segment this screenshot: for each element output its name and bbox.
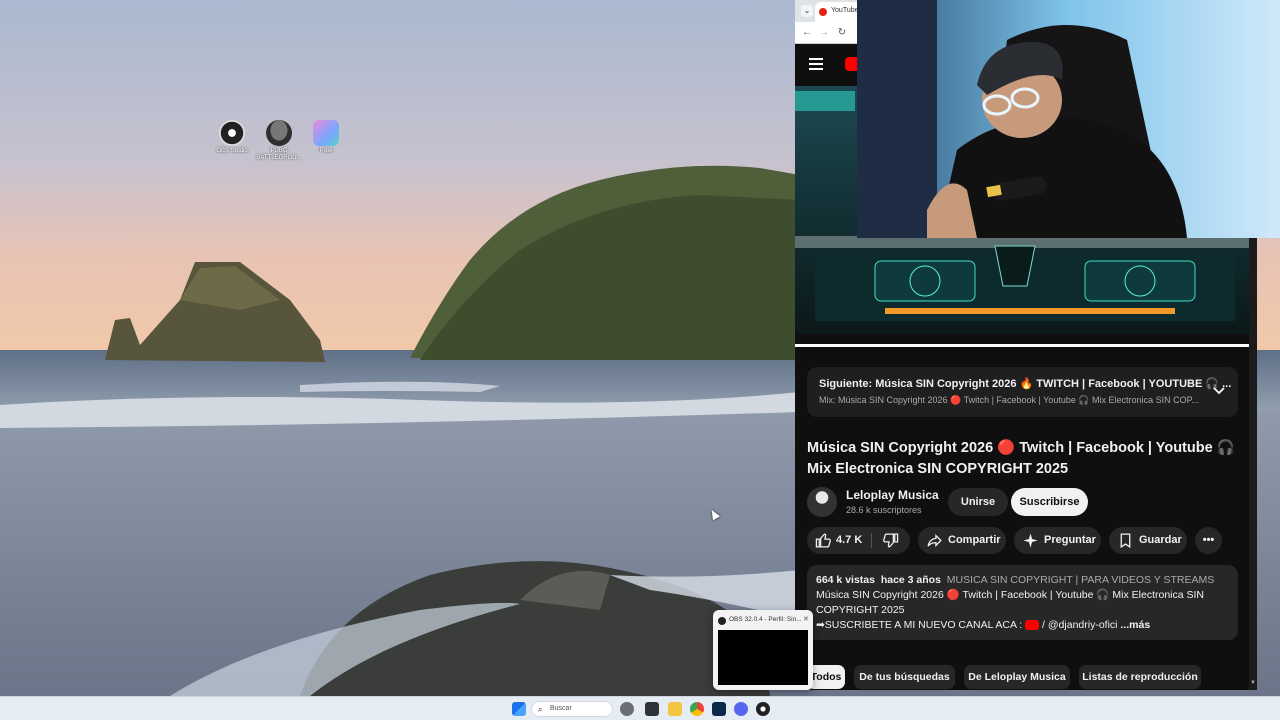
- join-button[interactable]: Unirse: [948, 488, 1008, 516]
- thumbs-up-icon[interactable]: [815, 532, 832, 549]
- chrome-icon[interactable]: [690, 702, 704, 716]
- video-title: Música SIN Copyright 2026 🔴 Twitch | Fac…: [807, 440, 1235, 477]
- reload-icon[interactable]: ↻: [835, 26, 849, 40]
- video-progress-bar[interactable]: [795, 344, 1250, 347]
- webcam-overlay: [857, 0, 1280, 238]
- channel-subscriber-count: 28.6 k suscriptores: [846, 505, 922, 515]
- save-button[interactable]: Guardar: [1109, 527, 1187, 554]
- like-dislike-group: 4.7 K: [807, 527, 910, 554]
- desktop-icon-pubg[interactable]: PUBG BATTLEGROU...: [254, 120, 304, 162]
- taskbar: ⌕ Buscar: [0, 696, 1280, 720]
- back-arrow-icon[interactable]: ←: [800, 26, 814, 40]
- obs-icon: [718, 617, 726, 625]
- up-next-card[interactable]: Siguiente: Música SIN Copyright 2026 🔥 T…: [807, 367, 1238, 417]
- search-highlight-icon[interactable]: [620, 702, 634, 716]
- like-divider: [871, 533, 872, 548]
- description-meta: 664 k vistas hace 3 años MUSICA SIN COPY…: [816, 574, 1215, 586]
- share-button[interactable]: Compartir: [918, 527, 1006, 554]
- photoshop-icon[interactable]: [712, 702, 726, 716]
- pubg-icon: [266, 120, 292, 146]
- more-actions-button[interactable]: •••: [1195, 527, 1222, 554]
- video-description[interactable]: 664 k vistas hace 3 años MUSICA SIN COPY…: [807, 565, 1238, 640]
- up-next-title: Siguiente: Música SIN Copyright 2026 🔥 T…: [819, 378, 1232, 390]
- taskbar-search[interactable]: ⌕ Buscar: [531, 701, 613, 717]
- chip-listas-de-reproduccion[interactable]: Listas de reproducción: [1079, 665, 1201, 689]
- bookmark-icon: [1117, 532, 1134, 549]
- windows-start-icon[interactable]: [512, 702, 526, 716]
- obs-studio-icon: [219, 120, 245, 146]
- up-next-subtitle: Mix: Música SIN Copyright 2026 🔴 Twitch …: [819, 395, 1199, 405]
- share-arrow-icon: [926, 532, 943, 549]
- subscribe-button[interactable]: Suscribirse: [1011, 488, 1088, 516]
- desktop-icon-obs[interactable]: OBS Studio: [207, 120, 257, 155]
- page-scrollbar[interactable]: [1249, 238, 1257, 690]
- show-more-link[interactable]: ...más: [1120, 619, 1150, 631]
- close-icon[interactable]: ✕: [803, 615, 809, 623]
- search-icon: ⌕: [538, 705, 543, 714]
- chip-de-leloplay-musica[interactable]: De Leloplay Musica: [964, 665, 1070, 689]
- file-explorer-icon[interactable]: [668, 702, 682, 716]
- channel-name[interactable]: Leloplay Musica: [846, 488, 939, 502]
- video-actions: 4.7 K Compartir Preguntar Guardar •••: [807, 527, 1247, 554]
- channel-row: Leloplay Musica 28.6 k suscriptores Unir…: [807, 487, 1247, 517]
- task-view-icon[interactable]: [645, 702, 659, 716]
- photo-app-icon: [313, 120, 339, 146]
- youtube-favicon-icon: [819, 8, 827, 16]
- related-chips: Todos De tus búsquedas De Leloplay Music…: [807, 665, 1247, 689]
- webcam-streamer-image: [857, 0, 1280, 238]
- discord-icon[interactable]: [734, 702, 748, 716]
- obs-preview-window: [718, 630, 808, 685]
- description-line: Música SIN Copyright 2026 🔴 Twitch | Fac…: [816, 589, 1205, 616]
- like-count[interactable]: 4.7 K: [836, 527, 862, 554]
- menu-icon[interactable]: [809, 58, 823, 70]
- desktop-icon-photos[interactable]: Pixel: [301, 120, 351, 155]
- youtube-mini-icon: [1025, 620, 1040, 631]
- obs-taskbar-icon[interactable]: [756, 702, 770, 716]
- chevron-down-icon[interactable]: [1212, 383, 1226, 397]
- thumbs-down-icon[interactable]: [882, 532, 899, 549]
- description-line: ➡SUSCRIBETE A MI NUEVO CANAL ACA : / @dj…: [816, 619, 1151, 631]
- chip-de-tus-busquedas[interactable]: De tus búsquedas: [854, 665, 955, 689]
- tab-search-button[interactable]: ⌄: [801, 5, 813, 17]
- obs-taskbar-preview[interactable]: OBS 32.0.4 - Perfil: Sin... ✕: [713, 610, 813, 690]
- forward-arrow-icon[interactable]: →: [817, 26, 831, 40]
- channel-avatar[interactable]: [807, 487, 837, 517]
- sparkle-icon: [1022, 532, 1039, 549]
- scroll-down-arrow-icon[interactable]: ▼: [1250, 680, 1257, 687]
- ask-button[interactable]: Preguntar: [1014, 527, 1101, 554]
